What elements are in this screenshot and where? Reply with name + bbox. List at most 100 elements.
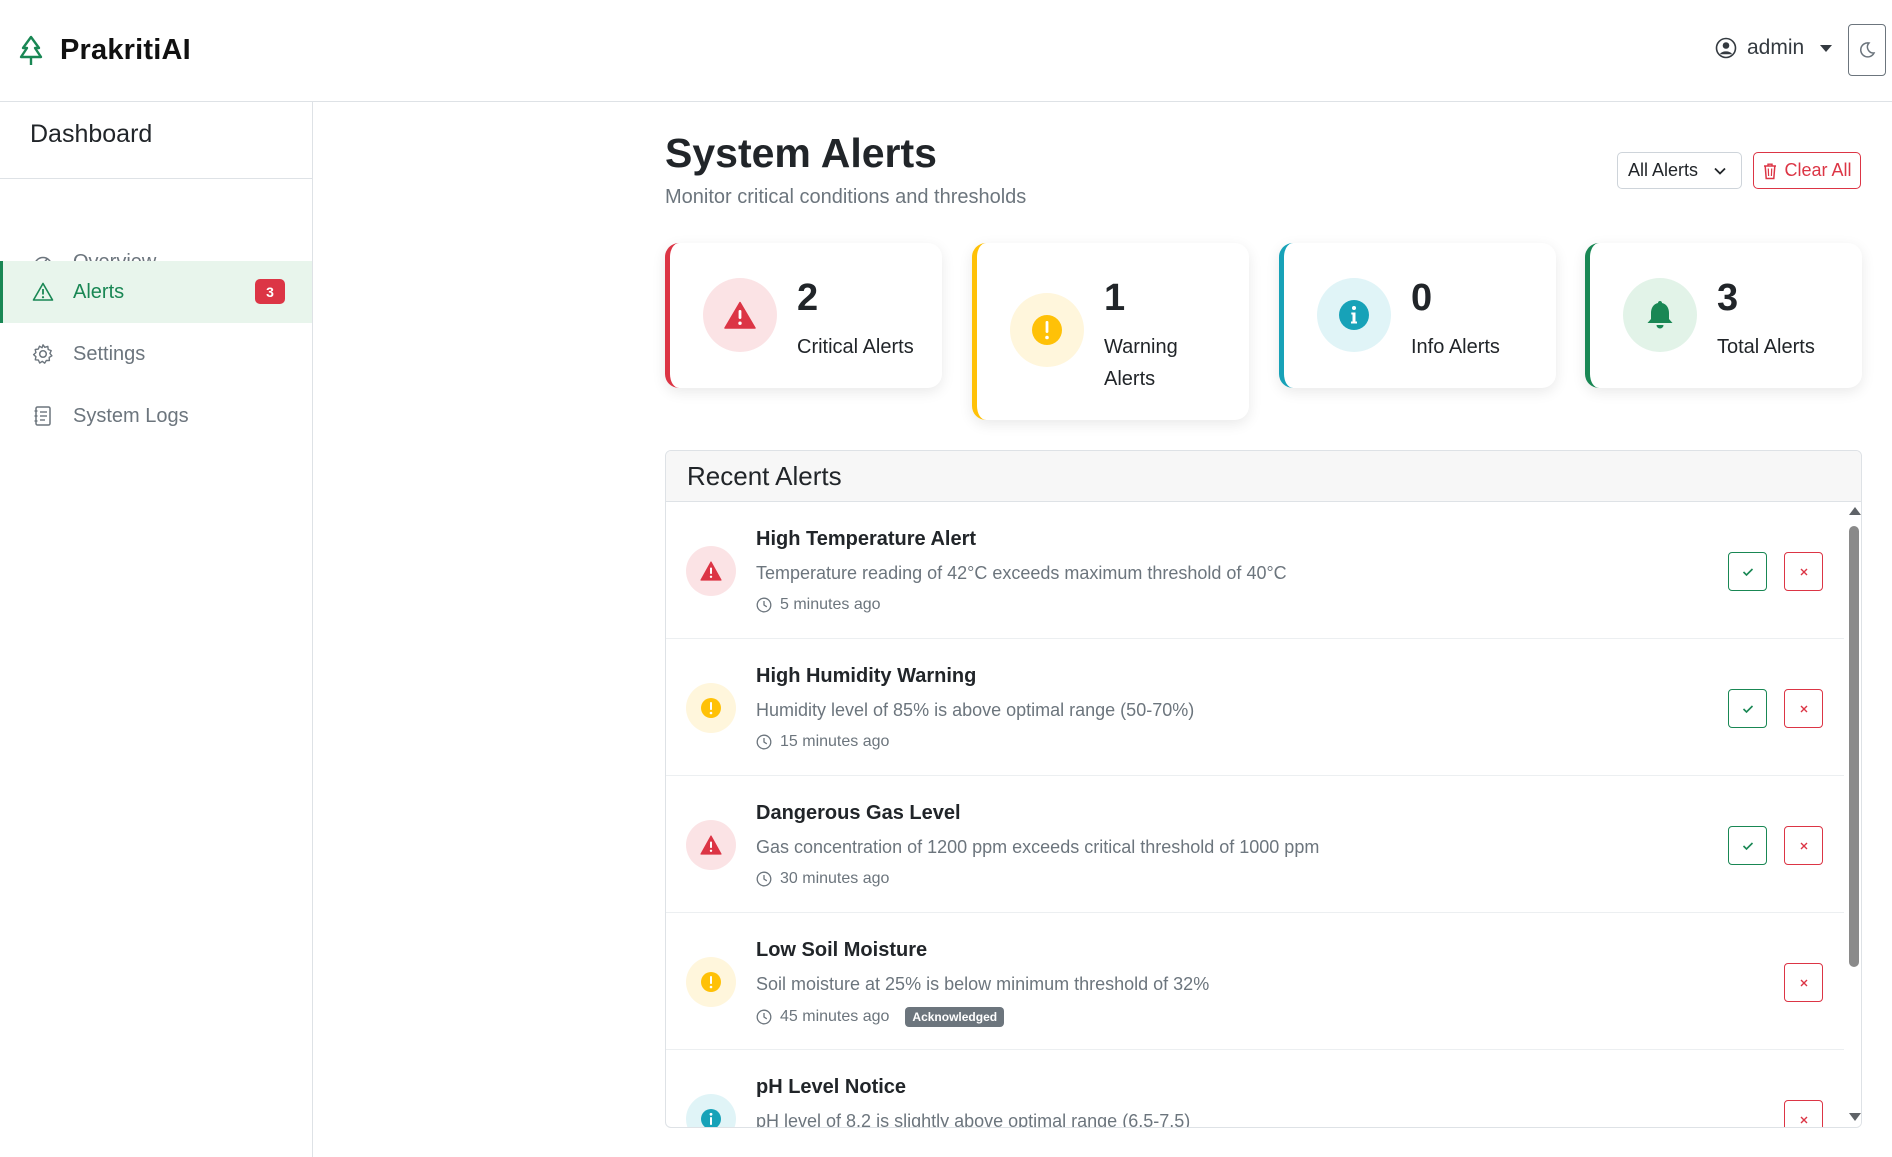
theme-toggle-button[interactable] (1848, 24, 1886, 76)
user-menu-dropdown[interactable]: admin (1715, 36, 1833, 60)
person-circle-icon (1715, 37, 1737, 59)
critical-count: 2 (797, 277, 819, 319)
recent-alerts-title: Recent Alerts (666, 451, 1861, 502)
alerts-list[interactable]: High Temperature Alert Temperature readi… (666, 502, 1844, 1128)
acknowledge-button[interactable] (1728, 689, 1767, 728)
clear-all-button[interactable]: Clear All (1753, 152, 1861, 189)
info-alert-icon (1317, 278, 1391, 352)
stat-card-total: 3 Total Alerts (1585, 243, 1862, 388)
clock-icon (756, 597, 772, 613)
sidebar-item-label: System Logs (73, 404, 189, 427)
alert-description: Gas concentration of 1200 ppm exceeds cr… (756, 837, 1320, 857)
scroll-down-arrow-icon[interactable] (1849, 1113, 1861, 1121)
acknowledged-badge: Acknowledged (905, 1007, 1005, 1027)
critical-alert-icon (686, 820, 736, 870)
alert-filter-select[interactable]: All Alerts (1617, 152, 1742, 189)
total-label: Total Alerts (1717, 336, 1815, 358)
chevron-down-icon (1820, 44, 1833, 52)
recent-alerts-card: Recent Alerts High Temperature Alert Tem… (665, 450, 1862, 1128)
close-icon (1800, 842, 1807, 849)
sidebar-item-system-logs[interactable]: System Logs (0, 385, 312, 447)
info-alert-icon (686, 1094, 736, 1127)
alert-time-text: 45 minutes ago (780, 1008, 890, 1025)
alert-title: High Humidity Warning (756, 665, 977, 687)
trash-icon (1764, 163, 1777, 179)
page-title: System Alerts (665, 130, 937, 176)
check-icon (1742, 841, 1753, 850)
close-icon (1800, 979, 1807, 986)
alert-title: Low Soil Moisture (756, 939, 928, 961)
alert-description: Soil moisture at 25% is below minimum th… (756, 974, 1210, 994)
page-subtitle: Monitor critical conditions and threshol… (665, 186, 1027, 208)
gear-icon (32, 343, 54, 365)
clock-icon (756, 734, 772, 750)
alert-item: High Temperature Alert Temperature readi… (666, 502, 1844, 639)
sidebar-divider (0, 178, 312, 179)
sidebar-item-alerts[interactable]: Alerts 3 (0, 261, 312, 323)
acknowledge-button[interactable] (1728, 826, 1767, 865)
total-count: 3 (1717, 277, 1739, 319)
top-navbar: PrakritiAI admin (0, 0, 1892, 102)
alert-time-text: 5 minutes ago (780, 596, 881, 613)
alerts-scrollbar[interactable] (1844, 502, 1861, 1127)
check-icon (1742, 704, 1753, 713)
close-icon (1800, 705, 1807, 712)
alert-item: High Humidity Warning Humidity level of … (666, 639, 1844, 776)
scrollbar-thumb[interactable] (1849, 526, 1859, 967)
warning-label: Warning Alerts (1104, 336, 1178, 390)
sidebar-title: Dashboard (30, 120, 153, 148)
filter-selected-value: All Alerts (1628, 160, 1699, 180)
alert-timestamp: 15 minutes ago (756, 733, 889, 751)
dismiss-button[interactable] (1784, 552, 1823, 591)
warning-count: 1 (1104, 277, 1126, 319)
alert-title: Dangerous Gas Level (756, 802, 961, 824)
chevron-down-icon (1714, 167, 1726, 175)
clock-icon (756, 871, 772, 887)
critical-label: Critical Alerts (797, 336, 914, 358)
critical-alert-icon (686, 546, 736, 596)
journal-icon (32, 405, 54, 427)
brand[interactable]: PrakritiAI (18, 34, 191, 67)
close-icon (1800, 568, 1807, 575)
moon-icon (1859, 42, 1876, 58)
alert-timestamp: 30 minutes ago (756, 870, 889, 888)
dismiss-button[interactable] (1784, 826, 1823, 865)
alert-description: Temperature reading of 42°C exceeds maxi… (756, 563, 1287, 583)
warning-alert-icon (686, 957, 736, 1007)
warning-alert-icon (1010, 293, 1084, 367)
alert-count-badge: 3 (255, 279, 285, 304)
brand-name: PrakritiAI (60, 34, 191, 66)
clock-icon (756, 1009, 772, 1025)
alert-title: High Temperature Alert (756, 528, 977, 550)
username: admin (1747, 36, 1805, 59)
alert-description: pH level of 8.2 is slightly above optima… (756, 1111, 1191, 1128)
alert-timestamp: 45 minutes ago Acknowledged (756, 1007, 1005, 1027)
check-icon (1742, 567, 1753, 576)
critical-alert-icon (703, 278, 777, 352)
clear-all-label: Clear All (1784, 160, 1852, 180)
stat-card-critical: 2 Critical Alerts (665, 243, 942, 388)
sidebar: Dashboard Overview Alerts 3 Settings Sys… (0, 102, 313, 1157)
alert-time-text: 30 minutes ago (780, 870, 890, 887)
dismiss-button[interactable] (1784, 963, 1823, 1002)
acknowledge-button[interactable] (1728, 552, 1767, 591)
alert-time-text: 15 minutes ago (780, 733, 890, 750)
info-count: 0 (1411, 277, 1433, 319)
alert-timestamp: 5 minutes ago (756, 596, 881, 614)
stat-card-warning: 1 Warning Alerts (972, 243, 1249, 420)
close-icon (1800, 1116, 1807, 1123)
bell-icon (1623, 278, 1697, 352)
dismiss-button[interactable] (1784, 689, 1823, 728)
sidebar-item-settings[interactable]: Settings (0, 323, 312, 385)
stat-card-info: 0 Info Alerts (1279, 243, 1556, 388)
dismiss-button[interactable] (1784, 1100, 1823, 1127)
warning-triangle-icon (32, 281, 54, 303)
alert-item: pH Level Notice pH level of 8.2 is sligh… (666, 1050, 1844, 1128)
alert-description: Humidity level of 85% is above optimal r… (756, 700, 1195, 720)
info-label: Info Alerts (1411, 336, 1500, 358)
sidebar-item-label: Alerts (73, 280, 125, 303)
scroll-up-arrow-icon[interactable] (1849, 507, 1861, 515)
alert-item: Dangerous Gas Level Gas concentration of… (666, 776, 1844, 913)
warning-alert-icon (686, 683, 736, 733)
sidebar-item-label: Settings (73, 342, 146, 365)
